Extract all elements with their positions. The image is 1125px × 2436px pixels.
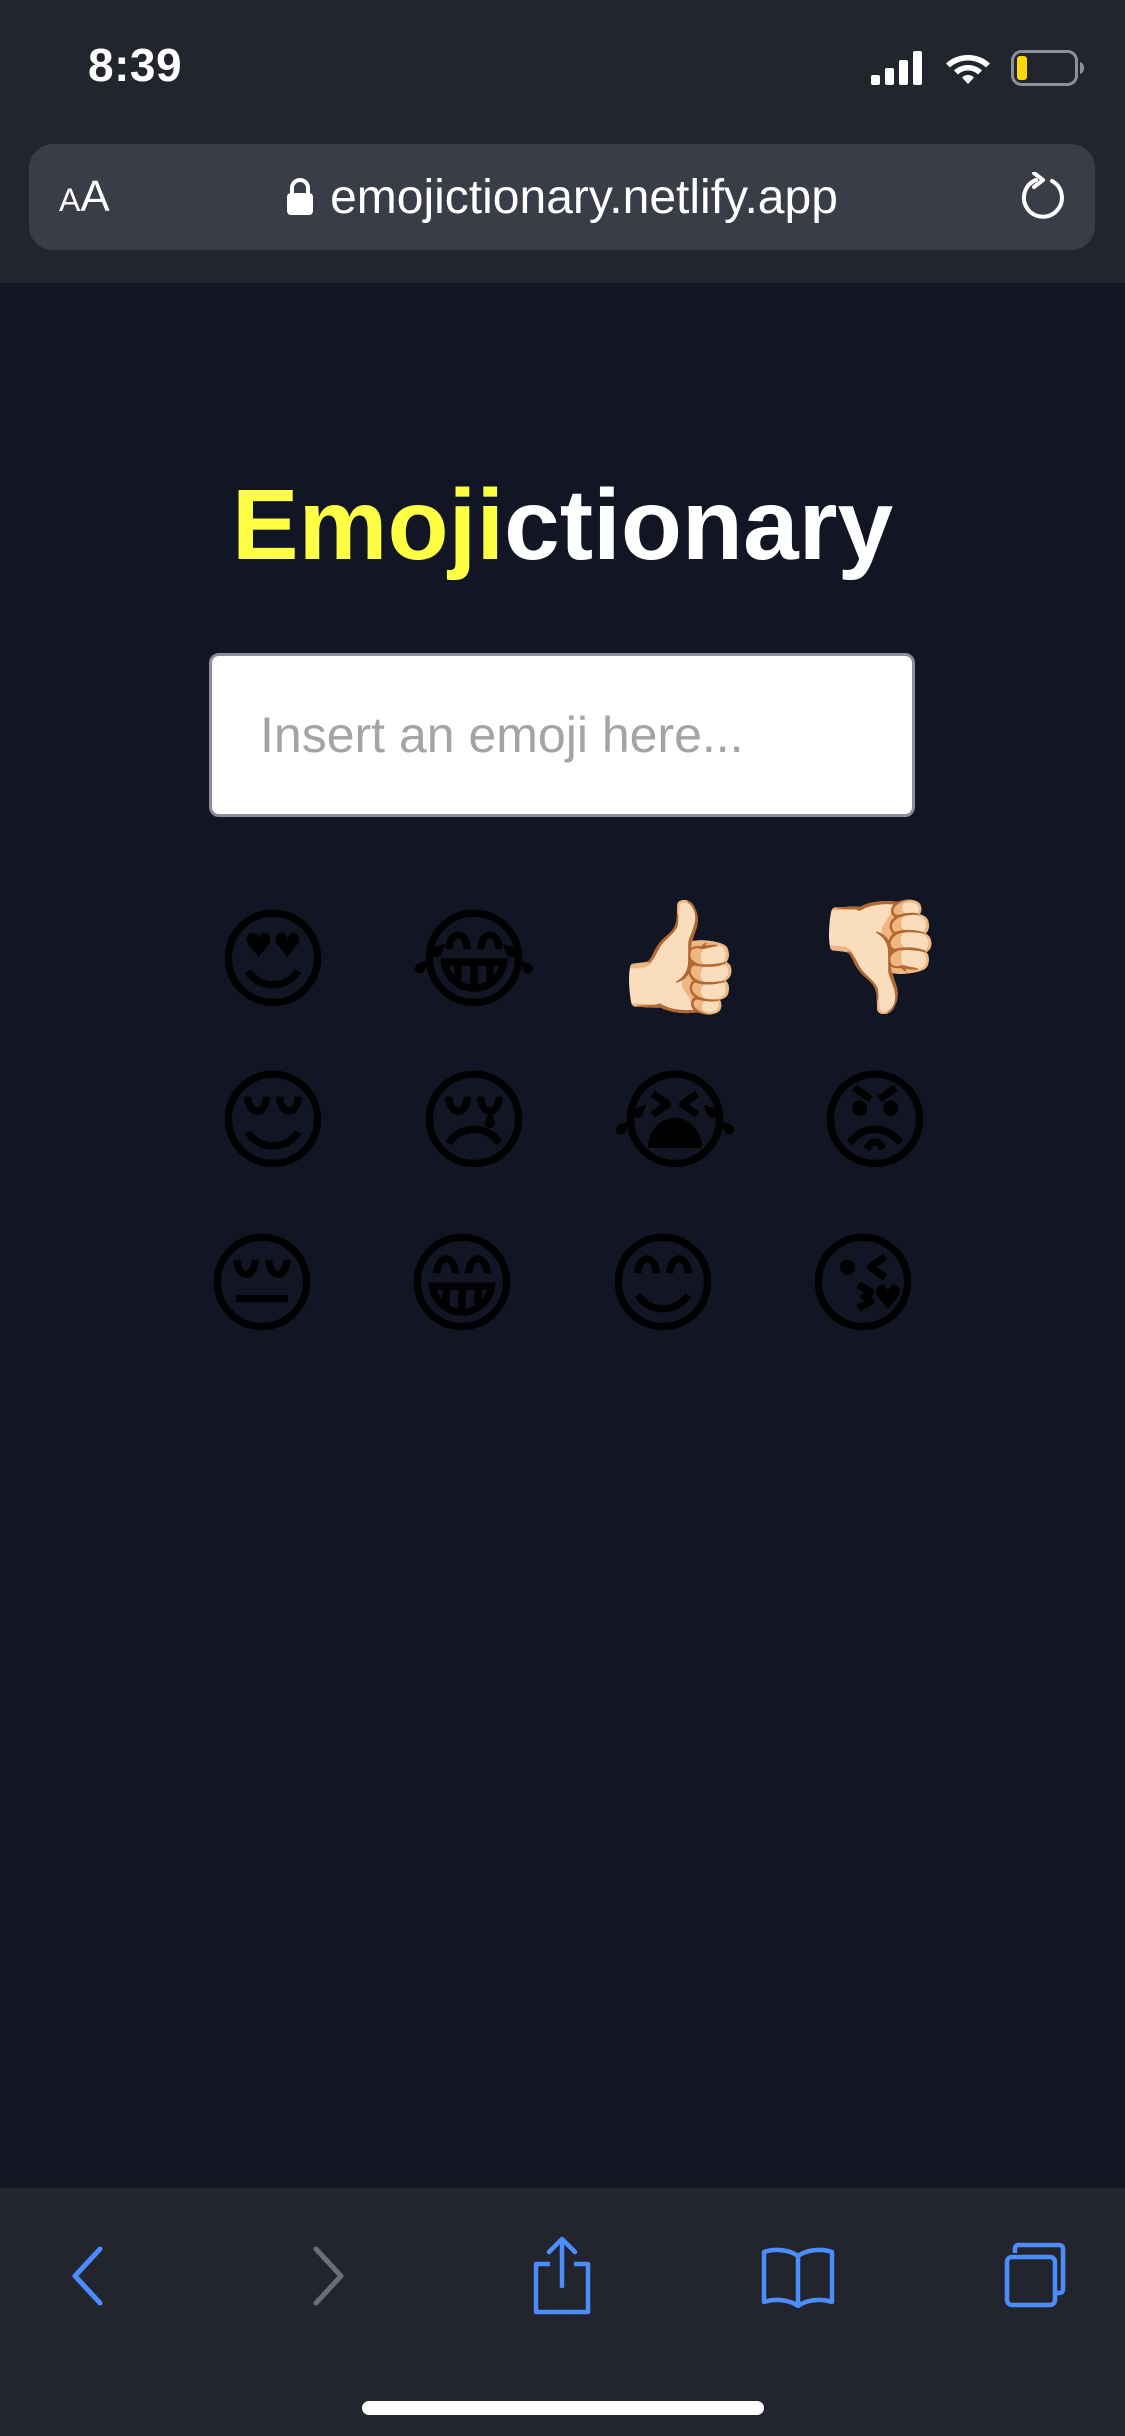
share-icon [533, 2236, 591, 2315]
reload-icon[interactable] [1019, 172, 1069, 222]
emoji-face-blowing-a-kiss[interactable]: 😘 [798, 1229, 928, 1339]
emoji-thumbs-up-light-skin-tone[interactable]: 👍🏻 [610, 901, 747, 1011]
back-button[interactable] [48, 2236, 128, 2316]
emoji-smiling-face-with-heart-eyes[interactable]: 😍 [208, 905, 338, 1015]
forward-icon [313, 2246, 344, 2306]
battery-icon [1011, 50, 1084, 86]
emoji-beaming-face-with-smiling-eyes[interactable]: 😁 [397, 1229, 527, 1339]
status-time: 8:39 [88, 39, 183, 91]
bookmarks-icon [761, 2247, 835, 2308]
emoji-input[interactable] [209, 653, 915, 817]
emoji-thumbs-down-light-skin-tone[interactable]: 👎🏻 [810, 901, 947, 1011]
status-icons [871, 48, 1085, 88]
emoji-relieved-face[interactable]: 😌 [208, 1066, 338, 1176]
home-indicator[interactable] [362, 2401, 764, 2415]
tabs-button[interactable] [995, 2236, 1075, 2316]
browser-chrome: AA emojictionary.netlify.app [0, 135, 1125, 283]
text-size-small-a: A [59, 182, 81, 218]
emoji-smiling-face-with-smiling-eyes[interactable]: 😊 [598, 1229, 728, 1339]
page-title-rest: ctionary [504, 469, 894, 581]
address-bar[interactable]: AA emojictionary.netlify.app [29, 144, 1095, 250]
web-page: Emojictionary 😍 😂 👍🏻 👎🏻 😌 😢 😭 😡 😔 😁 😊 😘 [0, 283, 1125, 2188]
emoji-crying-face[interactable]: 😢 [409, 1066, 539, 1176]
emoji-pouting-face[interactable]: 😡 [810, 1066, 940, 1176]
emoji-pensive-face[interactable]: 😔 [197, 1229, 327, 1339]
wifi-icon [946, 55, 990, 84]
tabs-icon [1004, 2242, 1066, 2308]
text-size-button[interactable]: AA [59, 172, 110, 225]
back-icon [72, 2246, 103, 2306]
status-bar: 8:39 [0, 0, 1125, 135]
emoji-loudly-crying-face[interactable]: 😭 [610, 1066, 740, 1176]
page-title: Emojictionary [0, 468, 1125, 583]
url-group: emojictionary.netlify.app [29, 144, 1095, 250]
bookmarks-button[interactable] [758, 2236, 838, 2316]
url-text[interactable]: emojictionary.netlify.app [330, 170, 838, 225]
emoji-face-with-tears-of-joy[interactable]: 😂 [409, 905, 539, 1015]
lock-icon [287, 178, 314, 215]
text-size-large-a: A [80, 172, 110, 221]
share-button[interactable] [522, 2236, 602, 2316]
browser-toolbar [0, 2188, 1125, 2436]
page-title-accent: Emoji [231, 469, 505, 581]
cellular-signal-icon [871, 51, 922, 85]
forward-button[interactable] [288, 2236, 368, 2316]
